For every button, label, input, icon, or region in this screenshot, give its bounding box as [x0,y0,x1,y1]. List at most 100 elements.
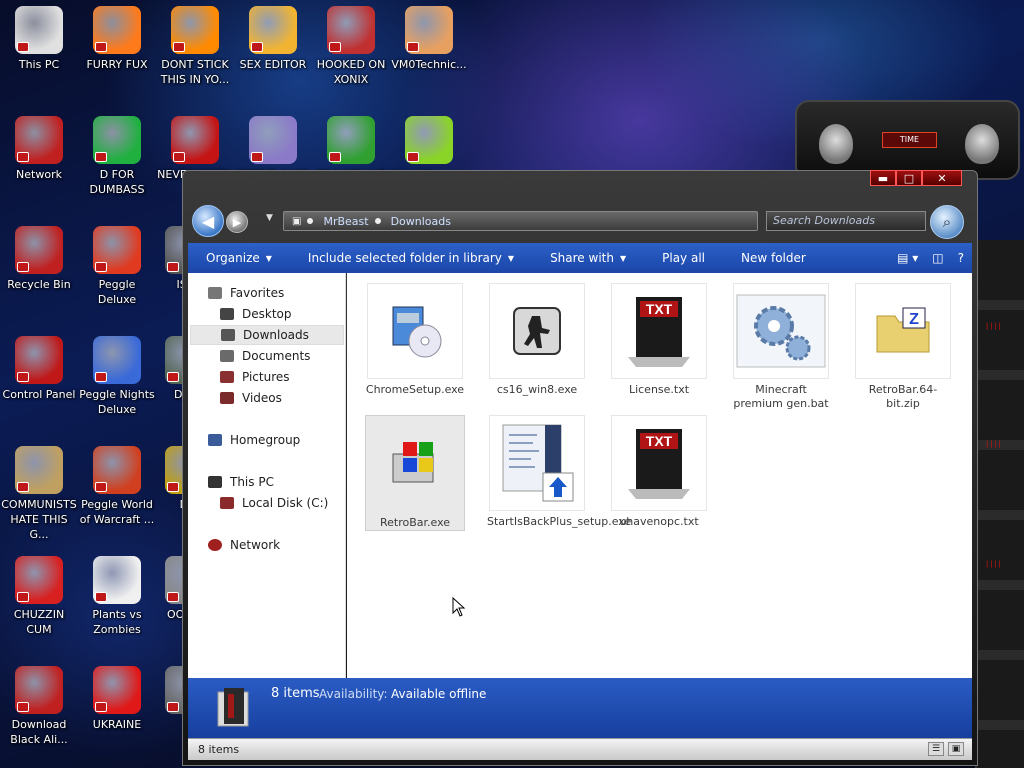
file-item[interactable]: RetroBar.exe [365,415,465,531]
setup-upload-icon [489,415,585,511]
desktop-icon-item[interactable]: DONT STICK THIS IN YO... [156,6,234,87]
windows-flag-icon [367,416,463,512]
svg-text:TXT: TXT [646,301,673,317]
file-item[interactable]: StartIsBackPlus_setup.exe [487,415,632,529]
shortcut-arrow-icon [95,702,107,712]
status-text: 8 items [198,743,240,756]
maximize-button[interactable]: □ [896,170,922,186]
desktop-icon-item[interactable]: COMMUNISTS HATE THIS G... [0,446,78,542]
search-icon: ⌕ [942,213,952,231]
alien-download-icon [15,666,63,714]
arrow-right-icon: ▶ [232,215,242,229]
file-item[interactable]: cs16_win8.exe [487,283,587,397]
desktop-icon-item[interactable]: Plants vs Zombies [78,556,156,637]
peggle-nights-icon [93,336,141,384]
desktop-icon-item[interactable]: Network [0,116,78,182]
desktop-icon-item[interactable]: Download Black Ali... [0,666,78,747]
shortcut-arrow-icon [251,42,263,52]
file-item[interactable]: Z RetroBar.64-bit.zip [853,283,953,411]
desktop-icon-item[interactable]: Recycle Bin [0,226,78,292]
file-name: RetroBar.exe [379,516,451,529]
shortcut-arrow-icon [167,702,179,712]
preview-pane-button[interactable]: ◫ [932,251,943,265]
desktop-icon-item[interactable]: VM0Technic... [390,6,468,72]
breadcrumb: ▣ MrBeast Downloads [292,215,451,228]
close-button[interactable]: ✕ [922,170,962,186]
organize-button[interactable]: Organize ▼ [188,251,290,265]
file-item[interactable]: TXT uhavenopc.txt [609,415,709,529]
nav-homegroup[interactable]: Homegroup [208,430,300,450]
help-button[interactable]: ? [958,251,964,265]
recent-locations-button[interactable]: ▼ [266,213,273,223]
nav-label: Favorites [230,286,285,300]
nav-downloads[interactable]: Downloads [190,325,344,345]
details-pane: 8 items Availability: Available offline [188,678,972,738]
shortcut-arrow-icon [95,592,107,602]
nav-local-disk[interactable]: Local Disk (C:) [220,493,328,513]
breadcrumb-item[interactable]: MrBeast [323,215,368,228]
disk-icon [220,497,234,509]
include-in-library-button[interactable]: Include selected folder in library ▼ [290,251,532,265]
desktop-icon-item[interactable]: FURRY FUX [78,6,156,72]
desktop-icon-item[interactable]: SEX EDITOR [234,6,312,72]
nav-pictures[interactable]: Pictures [220,367,290,387]
file-item[interactable]: Minecraft premium gen.bat [731,283,831,411]
desktop-icon-item[interactable]: Peggle Deluxe [78,226,156,307]
desktop-icon-label: Peggle Deluxe [97,278,137,306]
desktop-icon-item[interactable]: HOOKED ON XONIX [312,6,390,87]
nav-videos[interactable]: Videos [220,388,282,408]
large-icons-view-button[interactable]: ▣ [948,742,964,756]
file-name: uhavenopc.txt [619,515,699,528]
nav-favorites[interactable]: Favorites [208,283,284,303]
breadcrumb-item[interactable]: Downloads [391,215,451,228]
mouse-cursor-icon [452,597,466,617]
address-bar[interactable]: ▣ MrBeast Downloads [283,211,758,231]
file-name: StartIsBackPlus_setup.exe [487,515,632,528]
nav-network[interactable]: Network [208,535,280,555]
desktop-icon-item[interactable]: UKRAINE [78,666,156,732]
chuzzle-icon [15,556,63,604]
window-controls: ▬ □ ✕ [870,170,962,186]
availability-value: Available offline [391,687,487,701]
alien-clock-gadget[interactable]: TIME [795,100,1020,180]
alien-head-icon [965,124,999,164]
alien-side-panel: |||| |||| |||| [975,240,1024,768]
file-item[interactable]: ChromeSetup.exe [365,283,465,397]
computer-icon [15,6,63,54]
back-button[interactable]: ◀ [192,205,224,237]
chevron-down-icon: ▼ [266,213,273,223]
santa-face-icon [327,116,375,164]
desktop-icon-label: CHUZZIN CUM [13,608,65,636]
desktop-icon-item[interactable]: D FOR DUMBASS [78,116,156,197]
star-icon [208,287,222,299]
search-button[interactable]: ⌕ [930,205,964,239]
play-all-button[interactable]: Play all [644,251,723,265]
desktop-icon-label: Control Panel [2,388,76,401]
search-input[interactable]: Search Downloads [766,211,926,231]
desktop-icon-item[interactable]: This PC [0,6,78,72]
nav-documents[interactable]: Documents [220,346,310,366]
desktop-icon-item[interactable]: CHUZZIN CUM [0,556,78,637]
change-view-button[interactable]: ▤ ▾ [897,251,918,265]
details-view-button[interactable]: ☰ [928,742,944,756]
new-folder-button[interactable]: New folder [723,251,824,265]
nav-desktop[interactable]: Desktop [220,304,292,324]
file-item[interactable]: TXT License.txt [609,283,709,397]
file-name: cs16_win8.exe [496,383,578,396]
shortcut-arrow-icon [167,262,179,272]
file-list: ChromeSetup.exe cs16_win8.exe TXT License.t… [347,273,972,678]
shortcut-arrow-icon [173,42,185,52]
peggle-wow-icon [93,446,141,494]
desktop-icon-item[interactable]: Control Panel [0,336,78,402]
zip-folder-icon: Z [855,283,951,379]
minimize-button[interactable]: ▬ [870,170,896,186]
desktop-icon-item[interactable]: Peggle World of Warcraft ... [78,446,156,527]
share-with-button[interactable]: Share with ▼ [532,251,644,265]
nav-this-pc[interactable]: This PC [208,472,274,492]
forward-button[interactable]: ▶ [226,211,248,233]
desktop-icon-label: Plants vs Zombies [92,608,142,636]
txt-file-icon: TXT [611,415,707,511]
desktop-icon-item[interactable]: Peggle Nights Deluxe [78,336,156,417]
navigation-pane: Favorites Desktop Downloads Documents Pi… [188,273,346,678]
arrow-left-icon: ◀ [201,211,215,231]
